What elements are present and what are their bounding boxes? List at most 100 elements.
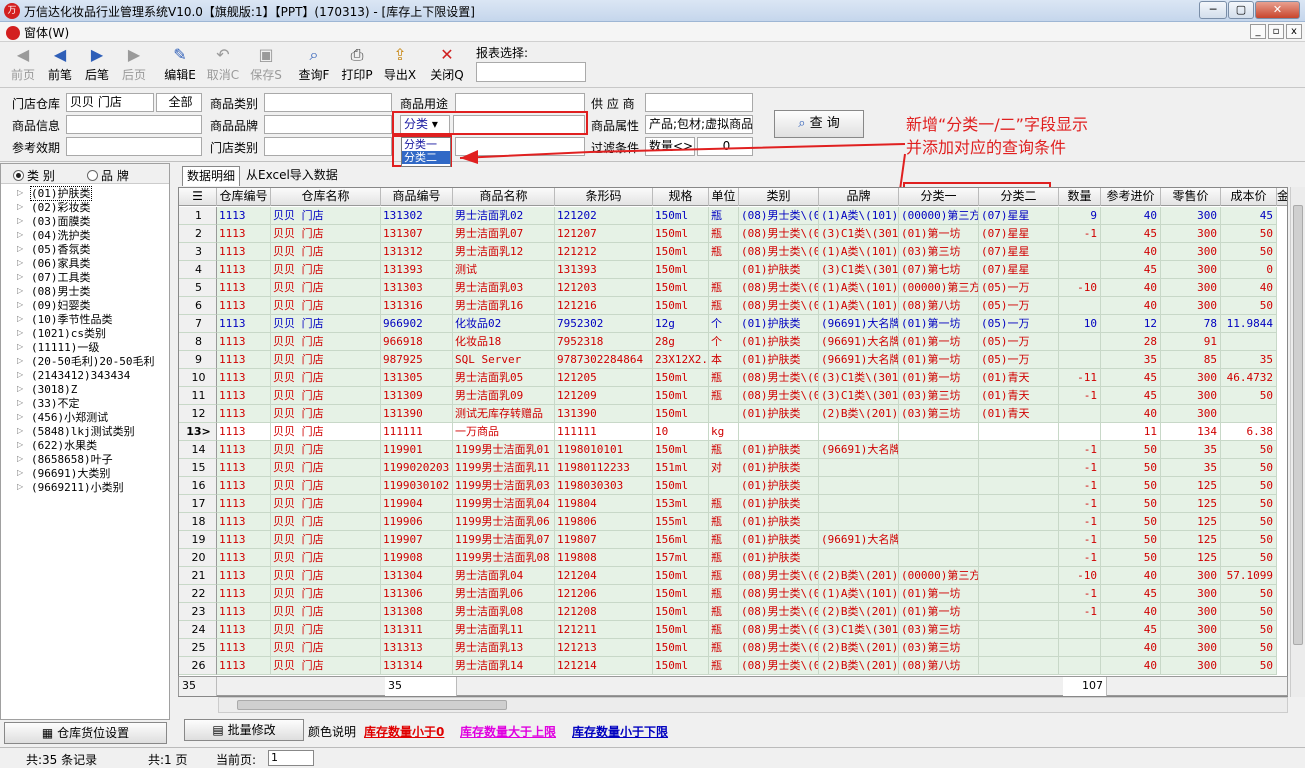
tree-item[interactable]: ▷ (02)彩妆类 [3, 200, 169, 214]
grid-column-header[interactable]: 数量 [1059, 188, 1101, 206]
store-field[interactable]: 贝贝 门店 [66, 93, 154, 112]
row-number[interactable]: 1 [179, 207, 217, 225]
table-row[interactable]: 23 1113 贝贝 门店 131308 男士洁面乳08 121208 150ml 瓶 (08)… [179, 603, 1287, 621]
save-button[interactable]: ▣ 保存S [246, 46, 286, 86]
tree-expand-icon[interactable]: ▷ [17, 382, 23, 396]
tree-expand-icon[interactable]: ▷ [17, 452, 23, 466]
table-row[interactable]: 2 1113 贝贝 门店 131307 男士洁面乳07 121207 150ml 瓶 (08)男… [179, 225, 1287, 243]
tree-expand-icon[interactable]: ▷ [17, 312, 23, 326]
table-row[interactable]: 3 1113 贝贝 门店 131312 男士洁面乳12 121212 150ml 瓶 (08)男… [179, 243, 1287, 261]
row-number[interactable]: 24 [179, 621, 217, 639]
brand-input[interactable] [264, 115, 392, 134]
tree-expand-icon[interactable]: ▷ [17, 340, 23, 354]
table-row[interactable]: 20 1113 贝贝 门店 119908 1199男士洁面乳08 119808 157ml 瓶… [179, 549, 1287, 567]
grid-column-header[interactable]: 参考进价 [1101, 188, 1161, 206]
legend-below-min[interactable]: 库存数量小于下限 [572, 723, 668, 740]
minimize-button[interactable]: ─ [1199, 1, 1227, 19]
row-number[interactable]: 16 [179, 477, 217, 495]
grid-column-header[interactable]: 单位 [709, 188, 739, 206]
export-button[interactable]: ⇪ 导出X [380, 46, 420, 86]
horizontal-scroll-thumb[interactable] [237, 700, 507, 710]
close-window-button[interactable]: ✕ [1255, 1, 1300, 19]
query-toolbar-button[interactable]: ⌕ 查询F [294, 46, 334, 86]
row-number[interactable]: 22 [179, 585, 217, 603]
row-number[interactable]: 23 [179, 603, 217, 621]
table-row[interactable]: 12 1113 贝贝 门店 131390 测试无库存转赠品 131390 150ml (01)… [179, 405, 1287, 423]
tree-item[interactable]: ▷ (11111)一级 [3, 340, 169, 354]
grid-column-header[interactable]: 零售价 [1161, 188, 1221, 206]
mdi-close-button[interactable]: x [1286, 24, 1302, 39]
tree-item[interactable]: ▷ (2143412)343434 [3, 368, 169, 382]
table-row[interactable]: 6 1113 贝贝 门店 131316 男士洁面乳16 121216 150ml 瓶 (08)男… [179, 297, 1287, 315]
first-page-button[interactable]: ◀ 前页 [3, 46, 43, 86]
legend-below-zero[interactable]: 库存数量小于0 [364, 723, 444, 740]
grid-column-header[interactable]: 仓库编号 [217, 188, 271, 206]
ref-effect-input[interactable] [66, 137, 202, 156]
dropdown-option-class1[interactable]: 分类一 [402, 138, 450, 151]
tree-item[interactable]: ▷ (07)工具类 [3, 270, 169, 284]
table-row[interactable]: 5 1113 贝贝 门店 131303 男士洁面乳03 121203 150ml 瓶 (08)男… [179, 279, 1287, 297]
table-row[interactable]: 22 1113 贝贝 门店 131306 男士洁面乳06 121206 150ml 瓶 (08)… [179, 585, 1287, 603]
tree-item[interactable]: ▷ (33)不定 [3, 396, 169, 410]
current-page-input[interactable]: 1 [268, 750, 314, 766]
tab-data-detail[interactable]: 数据明细 [182, 166, 241, 186]
tree-item[interactable]: ▷ (01)护肤类 [3, 186, 169, 201]
table-row[interactable]: 19 1113 贝贝 门店 119907 1199男士洁面乳07 119807 156ml 瓶… [179, 531, 1287, 549]
tab-excel-import[interactable]: 从Excel导入数据 [242, 166, 342, 186]
tree-expand-icon[interactable]: ▷ [17, 186, 23, 200]
tree-item[interactable]: ▷ (96691)大类别 [3, 466, 169, 480]
tree-item[interactable]: ▷ (5848)lkj测试类别 [3, 424, 169, 438]
tree-expand-icon[interactable]: ▷ [17, 368, 23, 382]
close-button[interactable]: ✕ 关闭Q [427, 46, 467, 86]
prev-record-button[interactable]: ◀ 前笔 [40, 46, 80, 86]
table-row[interactable]: 13> 1113 贝贝 门店 111111 一万商品 111111 10 kg 11 134 6.3… [179, 423, 1287, 441]
row-number[interactable]: 2 [179, 225, 217, 243]
tree-expand-icon[interactable]: ▷ [17, 228, 23, 242]
edit-button[interactable]: ✎ 编辑E [160, 46, 200, 86]
report-select[interactable] [476, 62, 586, 82]
tree-expand-icon[interactable]: ▷ [17, 214, 23, 228]
category-input[interactable] [264, 93, 392, 112]
tree-item[interactable]: ▷ (05)香氛类 [3, 242, 169, 256]
last-page-button[interactable]: ▶ 后页 [114, 46, 154, 86]
grid-column-header[interactable]: 成本价 [1221, 188, 1277, 206]
tree-item[interactable]: ▷ (9669211)小类别 [3, 480, 169, 494]
tree-expand-icon[interactable]: ▷ [17, 284, 23, 298]
tree-item[interactable]: ▷ (622)水果类 [3, 438, 169, 452]
maximize-button[interactable]: ▢ [1228, 1, 1254, 19]
tree-item[interactable]: ▷ (09)妇婴类 [3, 298, 169, 312]
tree-item[interactable]: ▷ (3018)Z [3, 382, 169, 396]
store-all-field[interactable]: 全部 [156, 93, 202, 112]
tree-expand-icon[interactable]: ▷ [17, 270, 23, 284]
table-row[interactable]: 16 1113 贝贝 门店 1199030102 1199男士洁面乳03 11980303… [179, 477, 1287, 495]
row-number[interactable]: 5 [179, 279, 217, 297]
tree-expand-icon[interactable]: ▷ [17, 326, 23, 340]
tree-expand-icon[interactable]: ▷ [17, 200, 23, 214]
print-button[interactable]: ⎙ 打印P [337, 46, 377, 86]
grid-column-header[interactable]: 仓库名称 [271, 188, 381, 206]
batch-edit-button[interactable]: ▤ 批量修改 [184, 719, 304, 741]
tree-expand-icon[interactable]: ▷ [17, 424, 23, 438]
row-number[interactable]: 13> [179, 423, 217, 441]
table-row[interactable]: 4 1113 贝贝 门店 131393 测试 131393 150ml (01)护肤类 (3)C… [179, 261, 1287, 279]
row-number[interactable]: 6 [179, 297, 217, 315]
table-row[interactable]: 26 1113 贝贝 门店 131314 男士洁面乳14 121214 150ml 瓶 (08)… [179, 657, 1287, 675]
tree-expand-icon[interactable]: ▷ [17, 480, 23, 494]
usage-input[interactable] [455, 93, 585, 112]
grid-column-header[interactable]: 品牌 [819, 188, 899, 206]
row-number[interactable]: 4 [179, 261, 217, 279]
tree-expand-icon[interactable]: ▷ [17, 298, 23, 312]
tree-item[interactable]: ▷ (1021)cs类别 [3, 326, 169, 340]
tree-expand-icon[interactable]: ▷ [17, 396, 23, 410]
menu-window[interactable]: 窗体(W) [6, 24, 69, 41]
row-number[interactable]: 21 [179, 567, 217, 585]
cancel-button[interactable]: ↶ 取消C [203, 46, 243, 86]
row-number[interactable]: 10 [179, 369, 217, 387]
table-row[interactable]: 14 1113 贝贝 门店 119901 1199男士洁面乳01 1198010101 15… [179, 441, 1287, 459]
tree-item[interactable]: ▷ (08)男士类 [3, 284, 169, 298]
grid-column-header[interactable]: 条形码 [555, 188, 653, 206]
tree-item[interactable]: ▷ (10)季节性品类 [3, 312, 169, 326]
table-row[interactable]: 25 1113 贝贝 门店 131313 男士洁面乳13 121213 150ml 瓶 (08)… [179, 639, 1287, 657]
next-record-button[interactable]: ▶ 后笔 [77, 46, 117, 86]
table-row[interactable]: 10 1113 贝贝 门店 131305 男士洁面乳05 121205 150ml 瓶 (08)… [179, 369, 1287, 387]
